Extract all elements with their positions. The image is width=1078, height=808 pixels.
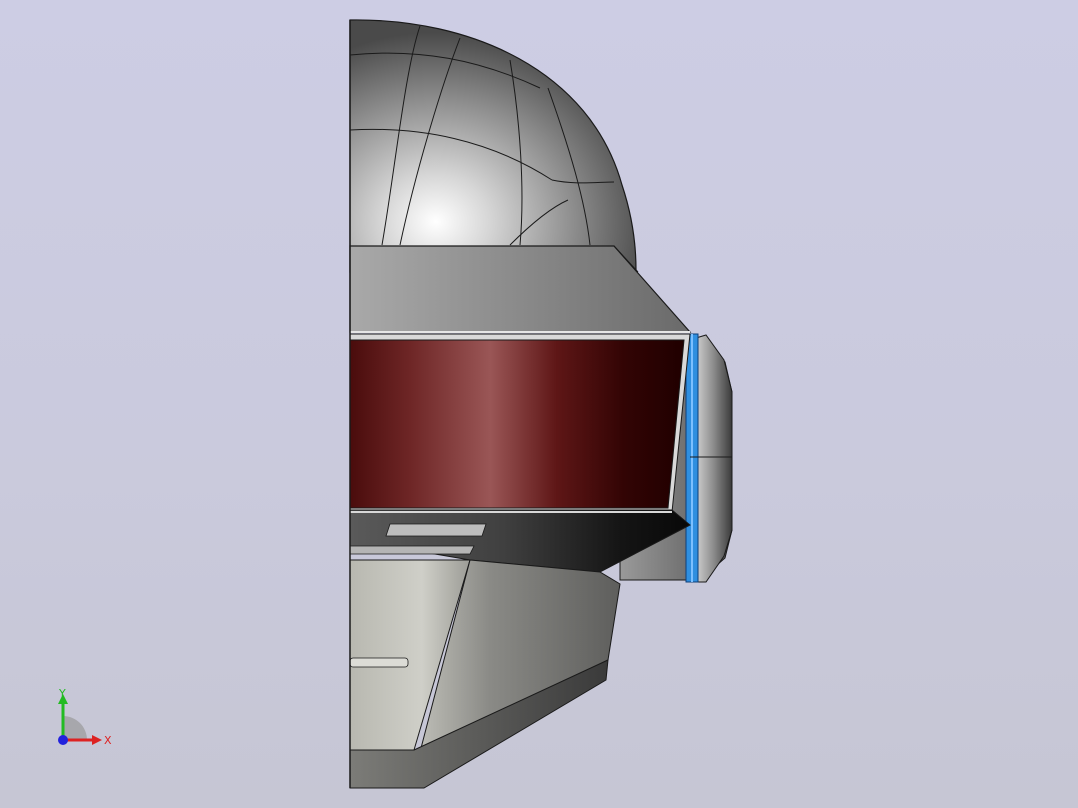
triad-arc xyxy=(63,716,87,740)
dome[interactable] xyxy=(349,19,637,273)
helmet-model[interactable] xyxy=(0,0,1078,808)
x-axis-label: X xyxy=(104,734,112,747)
y-axis-label: Y xyxy=(58,687,66,700)
3d-viewport[interactable]: Y X xyxy=(0,0,1078,808)
z-axis-dot-icon xyxy=(58,735,68,745)
visor[interactable] xyxy=(349,333,691,513)
x-axis-arrow-icon xyxy=(92,735,102,745)
axis-triad: Y X xyxy=(58,687,112,747)
brow-band[interactable] xyxy=(349,245,692,333)
